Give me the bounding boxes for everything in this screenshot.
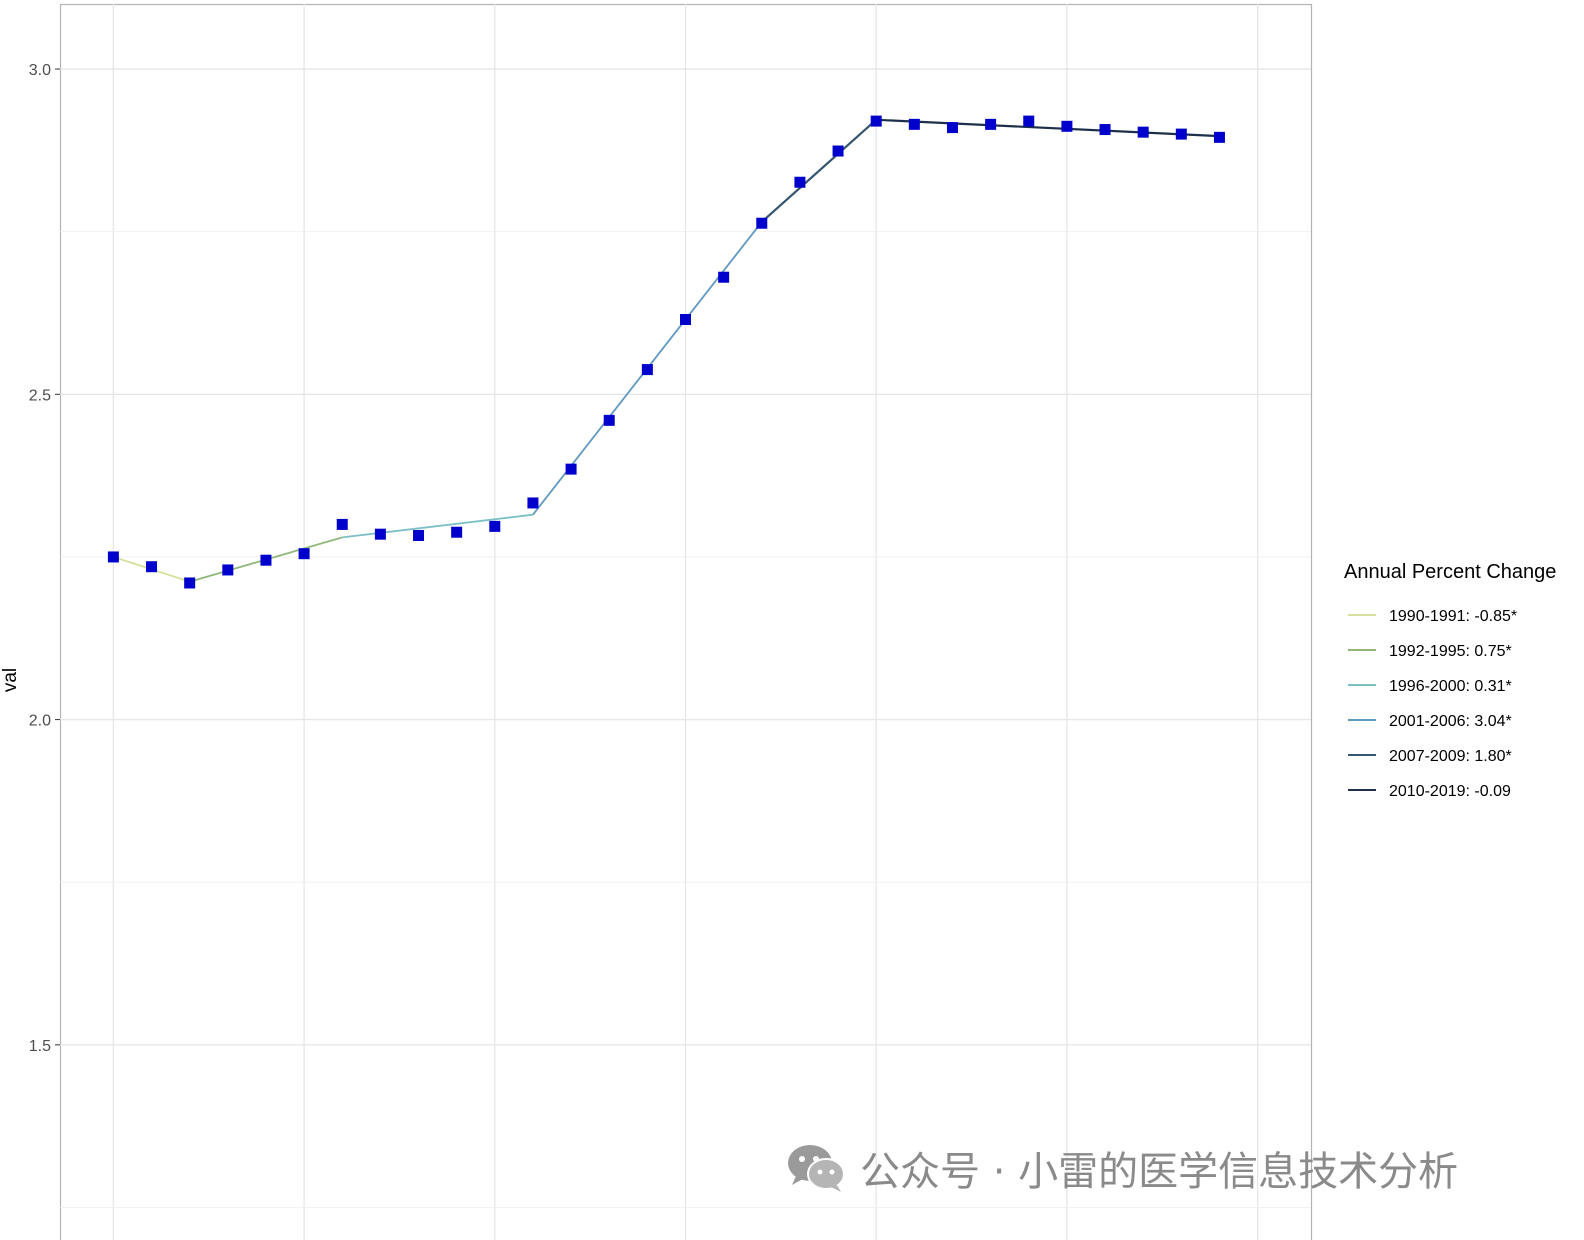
data-point xyxy=(718,271,730,283)
y-tick-label: 1.5 xyxy=(29,1038,51,1055)
data-point xyxy=(565,463,577,475)
data-point xyxy=(1175,128,1187,140)
legend-label: 2007-2009: 1.80* xyxy=(1389,748,1512,765)
wechat-icon xyxy=(788,1145,845,1192)
data-point xyxy=(832,145,844,157)
data-point xyxy=(298,548,310,560)
y-tick-label: 3.0 xyxy=(29,62,51,79)
data-point xyxy=(374,528,386,540)
chart: 1.5 2.0 2.5 3.0 val Annual Percent Change 1… xyxy=(0,3,1556,1240)
legend-title: Annual Percent Change xyxy=(1344,561,1556,583)
data-point xyxy=(107,551,119,563)
legend-label: 2001-2006: 3.04* xyxy=(1389,713,1512,730)
data-point xyxy=(1137,126,1149,138)
legend-label: 2010-2019: -0.09 xyxy=(1389,783,1511,800)
data-point xyxy=(489,520,501,532)
data-point xyxy=(641,364,653,376)
data-point xyxy=(680,314,691,326)
data-point xyxy=(870,115,882,127)
data-point xyxy=(146,561,158,573)
data-point xyxy=(756,217,768,229)
legend: Annual Percent Change 1990-1991: -0.85* 1… xyxy=(1344,561,1556,800)
data-point xyxy=(222,564,234,576)
y-axis-title: val xyxy=(0,668,21,692)
data-point xyxy=(1213,131,1225,143)
data-point xyxy=(527,497,539,509)
watermark: 公众号 · 小雷的医学信息技术分析 xyxy=(786,1140,1458,1196)
data-point xyxy=(336,518,348,530)
watermark-text: 公众号 · 小雷的医学信息技术分析 xyxy=(860,1149,1459,1195)
data-point xyxy=(1099,124,1111,136)
data-point xyxy=(946,122,958,134)
data-point xyxy=(451,526,463,538)
data-point xyxy=(1061,120,1073,132)
data-point xyxy=(413,529,425,541)
legend-label: 1996-2000: 0.31* xyxy=(1389,678,1512,695)
y-axis-ticks: 1.5 2.0 2.5 3.0 xyxy=(29,62,60,1055)
data-point xyxy=(184,577,196,589)
data-point xyxy=(260,554,272,566)
data-point xyxy=(794,176,806,188)
y-tick-label: 2.0 xyxy=(29,713,51,730)
legend-label: 1990-1991: -0.85* xyxy=(1389,608,1517,625)
data-point xyxy=(603,414,615,426)
y-tick-label: 2.5 xyxy=(29,387,51,404)
legend-label: 1992-1995: 0.75* xyxy=(1389,643,1512,660)
data-point xyxy=(1023,115,1035,127)
data-point xyxy=(908,118,920,130)
data-point xyxy=(985,118,997,130)
